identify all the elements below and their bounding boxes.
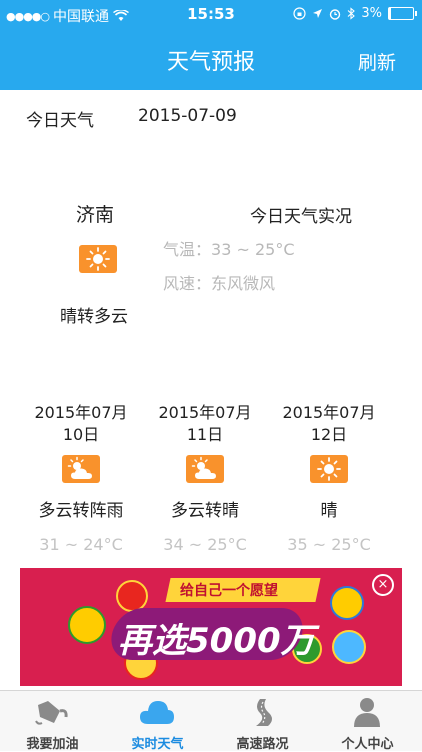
ad-banner[interactable]: 给自己一个愿望 再选5000万 × xyxy=(20,568,402,686)
status-bar: ●●●●○ 中国联通 15:53 3% xyxy=(0,0,422,30)
tab-label: 我要加油 xyxy=(26,737,79,752)
tab-refuel[interactable]: 我要加油 xyxy=(0,691,105,752)
tab-bar: 我要加油 实时天气 高速路况 个人中心 xyxy=(0,690,422,752)
wind-value: 东风微风 xyxy=(211,274,276,293)
tab-weather[interactable]: 实时天气 xyxy=(105,691,210,752)
today-condition: 晴转多云 xyxy=(60,307,128,327)
alarm-icon xyxy=(330,8,341,20)
forecast-temperature-range: 34 ~ 25°C xyxy=(163,535,247,554)
live-weather-label: 今日天气实况 xyxy=(250,207,352,227)
lottery-ball-icon xyxy=(68,606,106,644)
forecast-date-line2: 12日 xyxy=(310,425,348,444)
forecast-date: 2015年07月 12日 xyxy=(267,402,391,446)
forecast-temperature-range: 31 ~ 24°C xyxy=(39,535,123,554)
rotation-lock-icon xyxy=(293,7,306,20)
tab-road[interactable]: 高速路况 xyxy=(210,691,315,752)
fuel-icon xyxy=(35,701,68,725)
forecast-date-line2: 11日 xyxy=(186,425,224,444)
forecast-condition: 晴 xyxy=(320,501,338,521)
forecast-day: 2015年07月 11日 多云转晴 34 ~ 25°C xyxy=(143,402,267,554)
forecast-date-line1: 2015年07月 xyxy=(158,403,252,422)
tab-label: 个人中心 xyxy=(341,737,394,752)
city-name: 济南 xyxy=(76,204,115,226)
lottery-ball-icon xyxy=(330,586,364,620)
partly-cloudy-icon xyxy=(186,455,224,483)
wind-label: 风速： xyxy=(163,274,212,293)
bluetooth-icon xyxy=(348,7,356,20)
close-icon[interactable]: × xyxy=(372,574,394,596)
tab-profile[interactable]: 个人中心 xyxy=(315,691,420,752)
status-right: 3% xyxy=(293,6,417,21)
navigation-bar: 天气预报 刷新 xyxy=(0,30,422,90)
battery-icon xyxy=(388,7,417,20)
forecast-date-line2: 10日 xyxy=(62,425,100,444)
tab-label: 高速路况 xyxy=(236,737,289,752)
ad-banner-text: 给自己一个愿望 xyxy=(180,583,278,599)
weather-content: 今日天气 2015-07-09 济南 今日天气实况 气温：33 ~ 25°C 风… xyxy=(0,90,422,690)
forecast-date: 2015年07月 10日 xyxy=(19,402,143,446)
location-icon xyxy=(313,9,323,18)
forecast-condition: 多云转晴 xyxy=(171,501,239,521)
temperature-label: 气温： xyxy=(163,240,212,259)
sun-icon xyxy=(310,455,348,483)
forecast-day: 2015年07月 12日 晴 35 ~ 25°C xyxy=(267,402,391,554)
forecast-day: 2015年07月 10日 多云转阵雨 31 ~ 24°C xyxy=(19,402,143,554)
sun-icon xyxy=(79,245,117,273)
today-header: 今日天气 2015-07-09 xyxy=(26,106,237,131)
forecast-date-line1: 2015年07月 xyxy=(282,403,376,422)
battery-percent: 3% xyxy=(361,6,382,21)
forecast-temperature-range: 35 ~ 25°C xyxy=(287,535,371,554)
today-label: 今日天气 xyxy=(26,111,94,131)
temperature-line: 气温：33 ~ 25°C xyxy=(163,236,294,260)
tab-label: 实时天气 xyxy=(131,737,184,752)
cloud-icon xyxy=(140,701,174,724)
road-icon xyxy=(256,699,272,726)
user-icon xyxy=(354,698,380,727)
ad-headline: 再选5000万 xyxy=(118,621,315,661)
refresh-button[interactable]: 刷新 xyxy=(358,48,396,75)
forecast-date-line1: 2015年07月 xyxy=(34,403,128,422)
partly-cloudy-icon xyxy=(62,455,100,483)
wind-line: 风速：东风微风 xyxy=(163,270,275,294)
today-date: 2015-07-09 xyxy=(138,106,237,126)
lottery-ball-icon xyxy=(332,630,366,664)
forecast-date: 2015年07月 11日 xyxy=(143,402,267,446)
temperature-value: 33 ~ 25°C xyxy=(211,240,295,259)
forecast-condition: 多云转阵雨 xyxy=(38,501,124,521)
